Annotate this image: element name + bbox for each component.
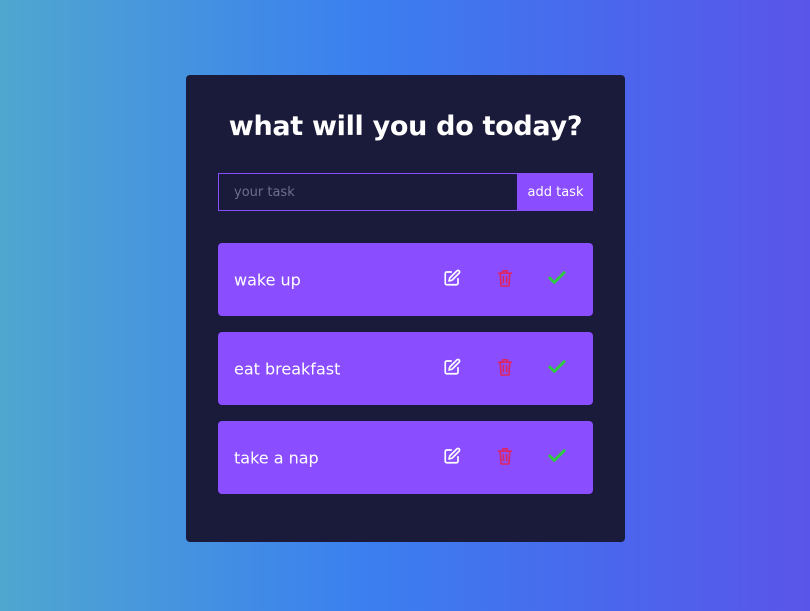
todo-card: what will you do today? add task wake up	[186, 75, 625, 542]
task-item: eat breakfast	[218, 332, 593, 405]
check-icon[interactable]	[545, 266, 569, 290]
task-label[interactable]: eat breakfast	[234, 359, 340, 378]
task-list: wake up eat breakfast take a nap	[218, 243, 593, 510]
task-label[interactable]: take a nap	[234, 448, 319, 467]
add-task-button[interactable]: add task	[518, 173, 593, 211]
trash-icon[interactable]	[493, 355, 517, 379]
edit-icon[interactable]	[440, 266, 464, 290]
edit-icon[interactable]	[440, 355, 464, 379]
task-form: add task	[218, 173, 593, 211]
task-item: take a nap	[218, 421, 593, 494]
edit-icon[interactable]	[440, 444, 464, 468]
check-icon[interactable]	[545, 444, 569, 468]
trash-icon[interactable]	[493, 266, 517, 290]
page-title: what will you do today?	[228, 111, 583, 142]
task-label[interactable]: wake up	[234, 270, 301, 289]
check-icon[interactable]	[545, 355, 569, 379]
trash-icon[interactable]	[493, 444, 517, 468]
task-input[interactable]	[218, 173, 518, 211]
task-item: wake up	[218, 243, 593, 316]
